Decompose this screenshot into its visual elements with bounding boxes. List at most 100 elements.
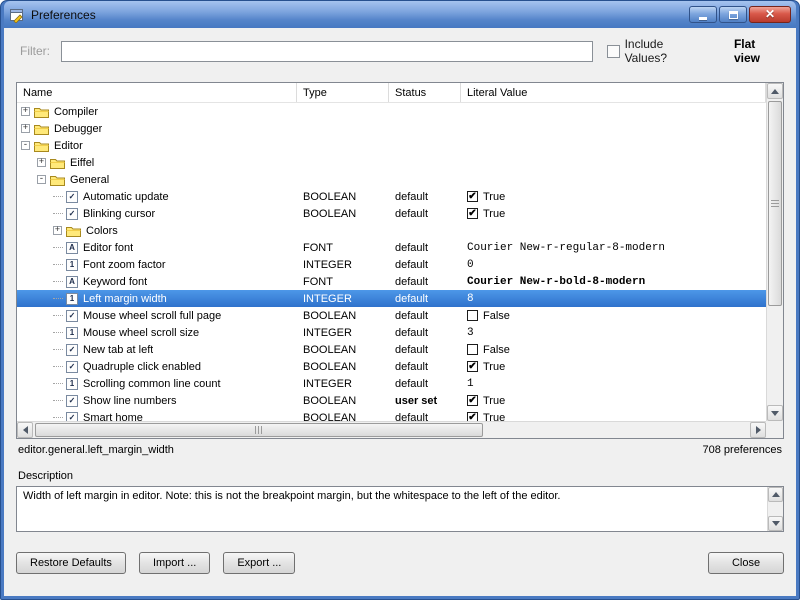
tree-row[interactable]: ✓Blinking cursorBOOLEANdefault✔True xyxy=(17,205,766,222)
collapse-toggle[interactable]: - xyxy=(21,141,30,150)
collapse-toggle[interactable]: - xyxy=(37,175,46,184)
scroll-left-button[interactable] xyxy=(17,422,33,438)
value-label: False xyxy=(483,310,510,322)
expand-toggle[interactable]: + xyxy=(37,158,46,167)
value-checkbox[interactable]: ✔ xyxy=(467,191,478,202)
value-text: Courier New-r-bold-8-modern xyxy=(467,276,645,288)
maximize-button[interactable] xyxy=(719,6,747,23)
value-text: Courier New-r-regular-8-modern xyxy=(467,242,665,254)
int-pref-icon: 1 xyxy=(66,293,78,305)
tree-line xyxy=(53,298,63,299)
value-cell: Courier New-r-bold-8-modern xyxy=(461,276,766,288)
value-checkbox[interactable]: ✔ xyxy=(467,208,478,219)
value-cell: 0 xyxy=(461,259,766,271)
status-cell: default xyxy=(389,242,461,254)
window-title: Preferences xyxy=(31,8,96,22)
type-cell: BOOLEAN xyxy=(297,310,389,322)
column-header-status[interactable]: Status xyxy=(389,83,461,102)
tree-line xyxy=(53,247,63,248)
maximize-icon xyxy=(729,11,738,19)
close-button[interactable]: ✕ xyxy=(749,6,791,23)
flat-view-button[interactable]: Flat view xyxy=(734,37,784,65)
tree-row[interactable]: +Debugger xyxy=(17,120,766,137)
tree-row[interactable]: ✓Show line numbersBOOLEANuser set✔True xyxy=(17,392,766,409)
import-button[interactable]: Import ... xyxy=(139,552,210,574)
tree-body: +Compiler +Debugger -Editor+Eiffel - General… xyxy=(17,103,766,421)
description-scroll-up-button[interactable] xyxy=(768,487,783,502)
status-cell: user set xyxy=(389,395,461,407)
description-scroll-down-button[interactable] xyxy=(768,516,783,531)
value-checkbox[interactable]: ✔ xyxy=(467,412,478,421)
value-cell: 8 xyxy=(461,293,766,305)
vertical-scroll-thumb[interactable] xyxy=(768,101,782,306)
value-checkbox[interactable]: ✔ xyxy=(467,395,478,406)
value-checkbox[interactable]: ✔ xyxy=(467,361,478,372)
tree-row[interactable]: 1Scrolling common line countINTEGERdefau… xyxy=(17,375,766,392)
bool-pref-icon: ✓ xyxy=(66,191,78,203)
int-pref-icon: 1 xyxy=(66,259,78,271)
value-checkbox[interactable] xyxy=(467,310,478,321)
tree-row[interactable]: 1Font zoom factorINTEGERdefault0 xyxy=(17,256,766,273)
vertical-scroll-track[interactable] xyxy=(767,99,783,405)
bool-pref-icon: ✓ xyxy=(66,310,78,322)
status-cell: default xyxy=(389,361,461,373)
scroll-up-button[interactable] xyxy=(767,83,783,99)
tree-item-label: Colors xyxy=(86,225,118,237)
tree-row[interactable]: - General xyxy=(17,171,766,188)
tree-line xyxy=(53,196,63,197)
preferences-tree: Name Type Status Literal Value +Compiler… xyxy=(16,82,784,439)
filter-row: Filter: Include Values? Flat view xyxy=(16,40,784,62)
horizontal-scroll-thumb[interactable] xyxy=(35,423,483,437)
tree-name-cell: +Debugger xyxy=(17,123,297,135)
tree-line xyxy=(53,366,63,367)
scroll-right-button[interactable] xyxy=(750,422,766,438)
restore-defaults-button[interactable]: Restore Defaults xyxy=(16,552,126,574)
arrow-right-icon xyxy=(756,426,761,434)
vertical-scrollbar[interactable] xyxy=(766,83,783,421)
status-cell: default xyxy=(389,378,461,390)
tree-row[interactable]: ✓Mouse wheel scroll full pageBOOLEANdefa… xyxy=(17,307,766,324)
filter-input[interactable] xyxy=(61,41,592,62)
minimize-button[interactable] xyxy=(689,6,717,23)
tree-row[interactable]: +Eiffel xyxy=(17,154,766,171)
description-scrollbar[interactable] xyxy=(767,487,783,531)
tree-row[interactable]: 1Left margin widthINTEGERdefault8 xyxy=(17,290,766,307)
expand-toggle[interactable]: + xyxy=(21,107,30,116)
horizontal-scrollbar[interactable] xyxy=(17,421,766,438)
column-header-literal-value[interactable]: Literal Value xyxy=(461,83,766,102)
value-checkbox[interactable] xyxy=(467,344,478,355)
tree-row[interactable]: ✓Automatic updateBOOLEANdefault✔True xyxy=(17,188,766,205)
include-values-checkbox[interactable] xyxy=(607,45,620,58)
expand-toggle[interactable]: + xyxy=(21,124,30,133)
tree-row[interactable]: AEditor fontFONTdefaultCourier New-r-reg… xyxy=(17,239,766,256)
tree-row[interactable]: 1Mouse wheel scroll sizeINTEGERdefault3 xyxy=(17,324,766,341)
window-controls: ✕ xyxy=(689,6,791,23)
tree-row[interactable]: ✓Quadruple click enabledBOOLEANdefault✔T… xyxy=(17,358,766,375)
tree-row[interactable]: ✓New tab at leftBOOLEANdefaultFalse xyxy=(17,341,766,358)
tree-item-label: General xyxy=(70,174,109,186)
tree-name-cell: + Colors xyxy=(17,225,297,237)
column-header-type[interactable]: Type xyxy=(297,83,389,102)
status-cell: default xyxy=(389,412,461,422)
tree-line xyxy=(53,332,63,333)
tree-row[interactable]: + Colors xyxy=(17,222,766,239)
tree-row[interactable]: ✓Smart homeBOOLEANdefault✔True xyxy=(17,409,766,421)
tree-row[interactable]: +Compiler xyxy=(17,103,766,120)
export-button[interactable]: Export ... xyxy=(223,552,295,574)
bool-pref-icon: ✓ xyxy=(66,395,78,407)
column-header-name[interactable]: Name xyxy=(17,83,297,102)
folder-icon xyxy=(66,225,81,237)
tree-name-cell: 1Font zoom factor xyxy=(17,259,297,271)
arrow-down-icon xyxy=(772,521,780,526)
tree-row[interactable]: AKeyword fontFONTdefaultCourier New-r-bo… xyxy=(17,273,766,290)
tree-name-cell: +Compiler xyxy=(17,106,297,118)
type-cell: INTEGER xyxy=(297,259,389,271)
value-cell: 1 xyxy=(461,378,766,390)
close-icon: ✕ xyxy=(765,7,775,22)
horizontal-scroll-track[interactable] xyxy=(33,422,750,438)
close-dialog-button[interactable]: Close xyxy=(708,552,784,574)
expand-toggle[interactable]: + xyxy=(53,226,62,235)
scroll-down-button[interactable] xyxy=(767,405,783,421)
tree-row[interactable]: -Editor xyxy=(17,137,766,154)
tree-name-cell: AKeyword font xyxy=(17,276,297,288)
